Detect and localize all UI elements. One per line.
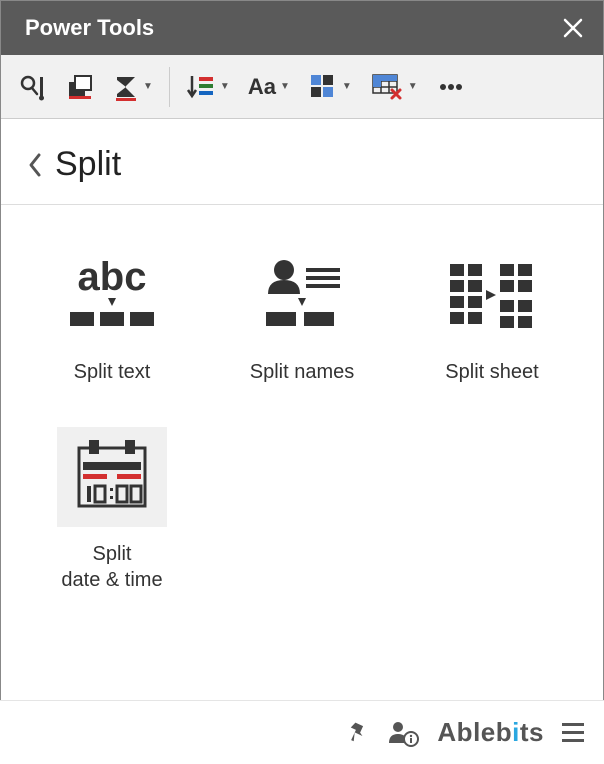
- dedupe-icon[interactable]: [59, 65, 101, 109]
- split-sheet-icon: [437, 245, 547, 345]
- sort-icon[interactable]: ▼: [180, 65, 236, 109]
- brand-logo[interactable]: Ablebits: [437, 717, 544, 748]
- smart-toolbar-icon[interactable]: [11, 65, 53, 109]
- chevron-left-icon: [27, 151, 43, 179]
- svg-text:abc: abc: [78, 256, 147, 299]
- menu-icon[interactable]: [562, 723, 584, 742]
- page-title: Split: [55, 145, 121, 184]
- breadcrumb-back[interactable]: Split: [27, 139, 577, 204]
- split-text-icon: abc: [57, 245, 167, 345]
- tool-grid: abc Split text: [27, 205, 577, 599]
- chevron-down-icon: ▼: [280, 81, 290, 92]
- tile-split-date-time[interactable]: Split date & time: [27, 421, 197, 599]
- toolbar-separator: [169, 67, 170, 107]
- tile-label: Split names: [250, 359, 355, 385]
- app-title: Power Tools: [25, 15, 154, 41]
- footer: Ablebits: [0, 700, 604, 764]
- tile-label: Split text: [74, 359, 151, 385]
- merge-icon[interactable]: ▼: [302, 65, 358, 109]
- chevron-down-icon: ▼: [220, 81, 230, 92]
- tile-split-sheet[interactable]: Split sheet: [407, 239, 577, 391]
- tile-label: Split date & time: [61, 541, 162, 593]
- text-case-icon[interactable]: Aa ▼: [242, 65, 296, 109]
- chevron-down-icon: ▼: [143, 81, 153, 92]
- chevron-down-icon: ▼: [342, 81, 352, 92]
- sum-icon[interactable]: ▼: [107, 65, 159, 109]
- close-icon[interactable]: [561, 16, 585, 40]
- help-people-icon[interactable]: [387, 719, 419, 747]
- split-names-icon: [247, 245, 357, 345]
- more-icon[interactable]: [430, 65, 472, 109]
- toolbar: ▼ ▼ Aa ▼ ▼: [1, 55, 603, 119]
- pin-icon[interactable]: [343, 720, 369, 746]
- tile-label: Split sheet: [445, 359, 538, 385]
- chevron-down-icon: ▼: [408, 81, 418, 92]
- clear-icon[interactable]: ▼: [364, 65, 424, 109]
- tile-split-text[interactable]: abc Split text: [27, 239, 197, 391]
- split-date-time-icon: [57, 427, 167, 527]
- content: Split abc Split text: [1, 119, 603, 599]
- titlebar: Power Tools: [1, 1, 603, 55]
- tile-split-names[interactable]: Split names: [217, 239, 387, 391]
